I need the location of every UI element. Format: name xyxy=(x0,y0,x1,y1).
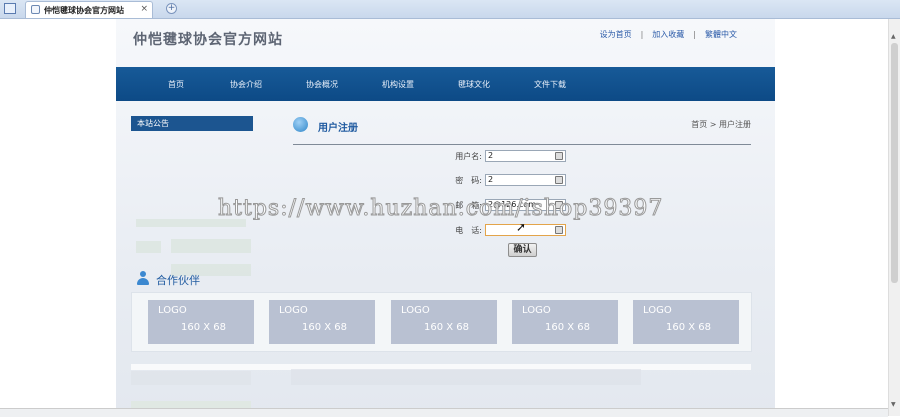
new-tab-icon[interactable]: + xyxy=(166,3,177,14)
link-separator: | xyxy=(640,30,644,39)
logo-text: LOGO xyxy=(522,305,551,316)
username-value: 2 xyxy=(488,151,494,160)
main-nav: 首页 协会介绍 协会概况 机构设置 毽球文化 文件下载 xyxy=(116,67,775,101)
nav-item-downloads[interactable]: 文件下载 xyxy=(534,79,566,90)
sidebar-placeholder-block xyxy=(171,239,251,253)
globe-icon xyxy=(293,117,308,132)
logo-size: 160 X 68 xyxy=(302,322,348,333)
mouse-cursor-icon: ➚ xyxy=(516,220,527,234)
partner-user-icon xyxy=(136,271,150,285)
window-menu-icon[interactable] xyxy=(4,3,16,14)
nav-item-home[interactable]: 首页 xyxy=(168,79,184,90)
username-label: 用户名: xyxy=(455,152,482,161)
partner-logo-5[interactable]: LOGO 160 X 68 xyxy=(633,300,739,344)
password-label: 密 码: xyxy=(455,176,482,185)
partner-logo-1[interactable]: LOGO 160 X 68 xyxy=(148,300,254,344)
password-value: 2 xyxy=(488,175,494,184)
footer-placeholder-block xyxy=(291,369,641,385)
tab-title: 仲恺毽球协会官方网站 xyxy=(44,6,124,15)
partner-logo-2[interactable]: LOGO 160 X 68 xyxy=(269,300,375,344)
browser-tab[interactable]: 仲恺毽球协会官方网站 × xyxy=(25,1,153,18)
phone-icon xyxy=(555,226,563,234)
logo-text: LOGO xyxy=(279,305,308,316)
username-input[interactable]: 2 xyxy=(485,150,566,162)
user-icon xyxy=(555,152,563,160)
traditional-chinese-link[interactable]: 繁體中文 xyxy=(705,29,737,40)
scroll-up-icon[interactable]: ▲ xyxy=(891,33,896,40)
lock-icon xyxy=(555,176,563,184)
nav-item-association-overview[interactable]: 协会概况 xyxy=(306,79,338,90)
logo-size: 160 X 68 xyxy=(424,322,470,333)
nav-item-organization[interactable]: 机构设置 xyxy=(382,79,414,90)
page-title: 用户注册 xyxy=(318,123,358,134)
password-input[interactable]: 2 xyxy=(485,174,566,186)
nav-item-association-intro[interactable]: 协会介绍 xyxy=(230,79,262,90)
logo-text: LOGO xyxy=(401,305,430,316)
partner-logo-3[interactable]: LOGO 160 X 68 xyxy=(391,300,497,344)
logo-size: 160 X 68 xyxy=(666,322,712,333)
top-links: 设为首页 | 加入收藏 | 繁體中文 xyxy=(600,29,737,40)
link-separator: | xyxy=(693,30,696,39)
notice-heading[interactable]: 本站公告 xyxy=(131,116,253,131)
sidebar-placeholder-block xyxy=(136,241,161,253)
logo-size: 160 X 68 xyxy=(545,322,591,333)
scroll-thumb[interactable] xyxy=(891,43,898,283)
page-favicon-icon xyxy=(31,5,40,14)
confirm-button[interactable]: 确认 xyxy=(508,243,537,257)
add-favorite-link[interactable]: 加入收藏 xyxy=(652,29,684,40)
browser-tab-bar: 仲恺毽球协会官方网站 × + xyxy=(0,0,900,19)
scroll-down-icon[interactable]: ▼ xyxy=(891,401,896,408)
site-header: 仲恺毽球协会官方网站 设为首页 | 加入收藏 | 繁體中文 xyxy=(116,19,775,67)
title-divider xyxy=(293,144,751,145)
breadcrumb: 首页 > 用户注册 xyxy=(691,120,751,129)
watermark-text: https://www.huzhan.com/ishop39397 xyxy=(217,196,664,222)
logo-size: 160 X 68 xyxy=(181,322,227,333)
vertical-scrollbar[interactable]: ▲ ▼ xyxy=(888,19,900,416)
footer-placeholder-block xyxy=(131,371,251,385)
close-tab-icon[interactable]: × xyxy=(140,4,148,14)
partners-title: 合作伙伴 xyxy=(156,274,200,287)
phone-label: 电 话: xyxy=(455,226,482,235)
logo-text: LOGO xyxy=(643,305,672,316)
site-title: 仲恺毽球协会官方网站 xyxy=(133,32,283,48)
nav-item-culture[interactable]: 毽球文化 xyxy=(458,79,490,90)
logo-text: LOGO xyxy=(158,305,187,316)
set-homepage-link[interactable]: 设为首页 xyxy=(600,29,632,40)
partner-logo-4[interactable]: LOGO 160 X 68 xyxy=(512,300,618,344)
